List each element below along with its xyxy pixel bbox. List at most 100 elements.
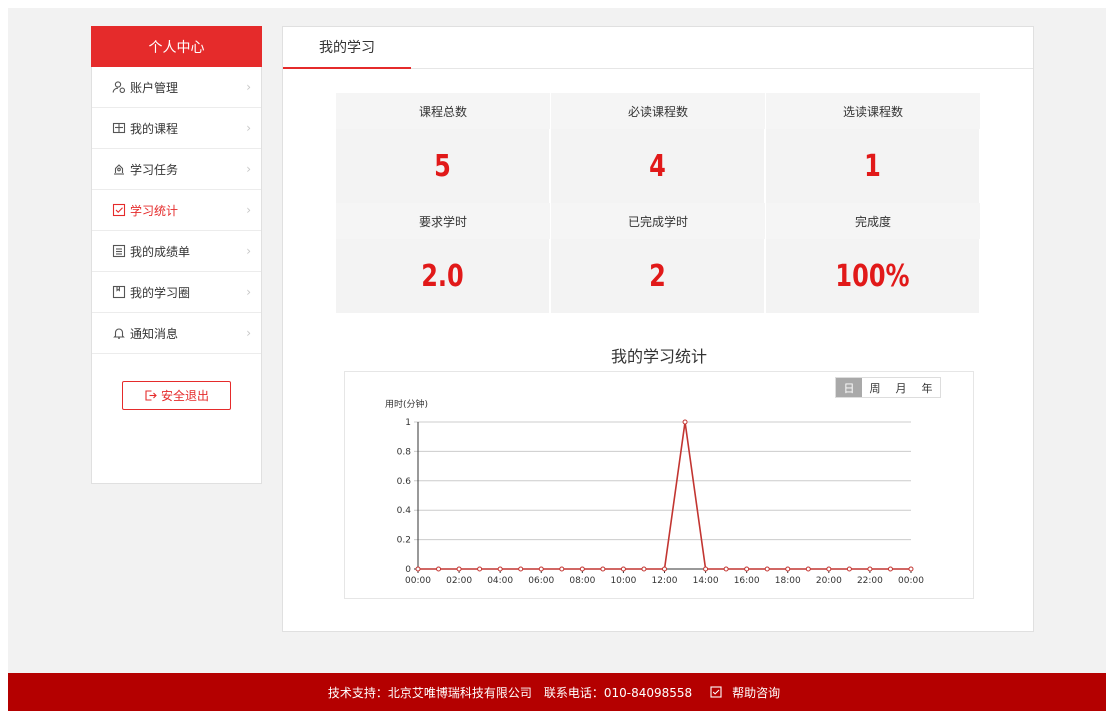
x-tick-label: 06:00 xyxy=(528,576,554,586)
logout-icon xyxy=(144,389,157,402)
sidebar-item-label: 账户管理 xyxy=(130,80,179,95)
data-point xyxy=(662,566,667,572)
data-point xyxy=(497,566,503,572)
data-point xyxy=(682,419,688,425)
series-line xyxy=(418,421,911,570)
sidebar-item-study-circle[interactable]: 我的学习圈 › xyxy=(92,272,261,313)
stat-value: 5 xyxy=(357,129,528,203)
range-tab-day[interactable]: 日 xyxy=(836,378,862,397)
y-tick-label: 0.6 xyxy=(397,477,412,487)
stat-total-courses: 课程总数 5 xyxy=(336,93,551,203)
x-tick-label: 08:00 xyxy=(569,576,595,586)
sidebar-item-label: 通知消息 xyxy=(130,326,179,341)
data-point xyxy=(867,566,873,572)
stat-value: 4 xyxy=(572,129,743,203)
stat-label: 完成度 xyxy=(766,203,981,239)
study-time-chart: 日 周 月 年 用时(分钟) 0 0.2 0.4 0.6 0.8 1 00:00 02:00 04… xyxy=(344,371,974,599)
sidebar-item-report-card[interactable]: 我的成绩单 › xyxy=(92,231,261,272)
x-tick-label: 10:00 xyxy=(610,576,636,586)
sidebar-title: 个人中心 xyxy=(91,26,262,67)
data-point xyxy=(826,566,832,572)
data-point xyxy=(723,566,729,572)
user-account-icon xyxy=(112,80,126,94)
sidebar-item-label: 学习统计 xyxy=(130,203,179,218)
line-chart: 用时(分钟) 0 0.2 0.4 0.6 0.8 1 00:00 02:00 04:00 06:00… xyxy=(385,398,924,586)
range-tab-week[interactable]: 周 xyxy=(862,378,888,397)
stat-value: 2 xyxy=(572,239,743,313)
stat-value: 100% xyxy=(787,239,958,313)
x-tick-label: 16:00 xyxy=(734,576,760,586)
x-tick-label: 12:00 xyxy=(652,576,678,586)
range-tab-month[interactable]: 月 xyxy=(888,378,914,397)
sidebar-item-label: 我的成绩单 xyxy=(130,244,191,259)
sidebar-item-tasks[interactable]: 学习任务 › xyxy=(92,149,261,190)
range-tabs: 日 周 月 年 xyxy=(835,377,941,398)
logout-label: 安全退出 xyxy=(160,389,209,403)
data-point xyxy=(805,566,811,572)
data-point xyxy=(518,566,524,572)
sidebar-item-notifications[interactable]: 通知消息 › xyxy=(92,313,261,354)
stat-label: 必读课程数 xyxy=(551,93,766,129)
x-tick-label: 14:00 xyxy=(693,576,719,586)
help-link[interactable]: 帮助咨询 xyxy=(704,684,786,701)
x-tick-label: 00:00 xyxy=(405,576,431,586)
x-tick-label: 02:00 xyxy=(446,576,472,586)
chevron-right-icon: › xyxy=(246,80,251,94)
data-point xyxy=(436,566,442,572)
chevron-right-icon: › xyxy=(246,326,251,340)
y-axis-label: 用时(分钟) xyxy=(385,398,428,410)
sidebar-item-statistics[interactable]: 学习统计 › xyxy=(92,190,261,231)
data-point xyxy=(559,566,565,572)
stat-label: 选读课程数 xyxy=(766,93,981,129)
data-point xyxy=(620,566,626,572)
logout-button[interactable]: 安全退出 xyxy=(122,381,231,410)
stats-grid: 课程总数 5 必读课程数 4 选读课程数 1 要求学时 2.0 已完成学时 2 xyxy=(336,93,981,313)
sidebar-item-account[interactable]: 账户管理 › xyxy=(92,67,261,108)
notebook-icon xyxy=(112,285,126,299)
data-point xyxy=(764,566,770,572)
x-tick-label: 04:00 xyxy=(487,576,513,586)
chevron-right-icon: › xyxy=(246,121,251,135)
y-tick-label: 0.8 xyxy=(397,447,412,457)
sidebar-menu: 账户管理 › 我的课程 › 学习任务 › 学习统计 › 我的成绩单 › 我的学习… xyxy=(92,67,261,354)
footer-phone: 联系电话：010-84098558 xyxy=(543,685,693,700)
tab-my-learning[interactable]: 我的学习 xyxy=(283,27,411,69)
x-tick-label: 18:00 xyxy=(775,576,801,586)
stats-row: 课程总数 5 必读课程数 4 选读课程数 1 xyxy=(336,93,981,203)
data-point xyxy=(744,566,750,572)
data-point xyxy=(703,566,709,572)
footer-support: 技术支持：北京艾唯博瑞科技有限公司 xyxy=(327,685,532,700)
main-tab-bar: 我的学习 xyxy=(283,27,1033,69)
y-tick-label: 0 xyxy=(405,565,411,575)
stat-label: 要求学时 xyxy=(336,203,551,239)
chevron-right-icon: › xyxy=(246,285,251,299)
stats-row: 要求学时 2.0 已完成学时 2 完成度 100% xyxy=(336,203,981,313)
sidebar-item-courses[interactable]: 我的课程 › xyxy=(92,108,261,149)
sidebar: 个人中心 账户管理 › 我的课程 › 学习任务 › 学习统计 › 我的成绩单 ›… xyxy=(91,26,262,484)
data-point xyxy=(908,566,914,572)
chevron-right-icon: › xyxy=(246,203,251,217)
stat-completed-hours: 已完成学时 2 xyxy=(551,203,766,313)
chart-title: 我的学习统计 xyxy=(610,347,707,366)
y-tick-label: 1 xyxy=(405,418,411,428)
chevron-right-icon: › xyxy=(246,162,251,176)
data-point xyxy=(846,566,852,572)
chevron-right-icon: › xyxy=(246,244,251,258)
data-point xyxy=(415,566,421,572)
footer: 技术支持：北京艾唯博瑞科技有限公司 联系电话：010-84098558 帮助咨询 xyxy=(8,673,1106,711)
checkbox-icon xyxy=(710,686,722,698)
stat-label: 已完成学时 xyxy=(551,203,766,239)
data-point xyxy=(477,566,483,572)
stat-required-hours: 要求学时 2.0 xyxy=(336,203,551,313)
sidebar-item-label: 我的课程 xyxy=(130,121,179,136)
y-tick-label: 0.4 xyxy=(397,506,412,516)
range-tab-year[interactable]: 年 xyxy=(914,378,940,397)
data-point xyxy=(579,566,585,572)
data-point xyxy=(456,566,462,572)
book-icon xyxy=(112,121,126,135)
bell-icon xyxy=(112,326,126,340)
data-point xyxy=(600,566,606,572)
x-tick-label: 22:00 xyxy=(857,576,883,586)
report-card-icon xyxy=(112,244,126,258)
data-point xyxy=(887,566,893,572)
